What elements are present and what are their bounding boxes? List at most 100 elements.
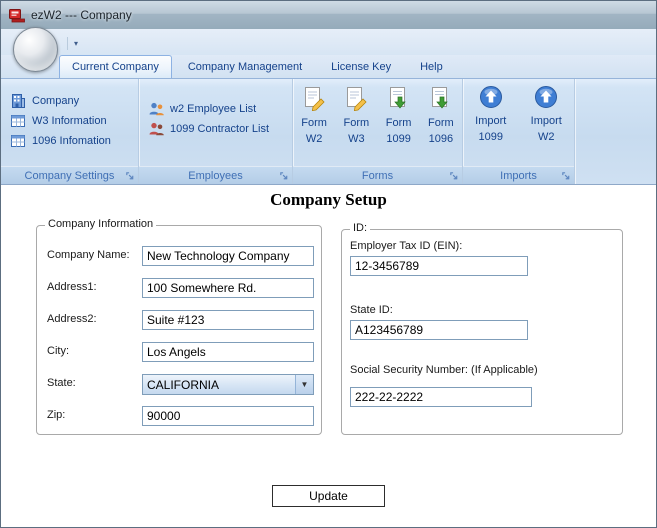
address2-label: Address2: bbox=[47, 313, 97, 325]
ribbon-group-company-settings: Company W3 Information 1096 Infomation C… bbox=[1, 79, 139, 184]
ribbon-item-label: 1099 Contractor List bbox=[170, 123, 270, 135]
ssn-label: Social Security Number: (If Applicable) bbox=[350, 364, 538, 376]
launcher-icon bbox=[280, 172, 288, 180]
zip-input[interactable] bbox=[142, 406, 314, 426]
imports-launcher-button[interactable] bbox=[560, 170, 572, 182]
chevron-down-icon: ▾ bbox=[73, 39, 78, 48]
ribbon-tabs: Current Company Company Management Licen… bbox=[59, 55, 456, 78]
group-caption-label: Imports bbox=[500, 169, 537, 182]
ribbon-item-label: Form bbox=[343, 117, 370, 129]
group-caption-label: Forms bbox=[361, 169, 394, 182]
ribbon-item-label: Company bbox=[32, 95, 80, 107]
group-caption-label: Employees bbox=[188, 169, 243, 182]
launcher-icon bbox=[126, 172, 134, 180]
state-id-label: State ID: bbox=[350, 304, 393, 316]
company-name-label: Company Name: bbox=[47, 249, 130, 261]
window-title: ezW2 --- Company bbox=[31, 8, 132, 22]
ribbon-item-import-w2[interactable]: Import W2 bbox=[531, 79, 562, 166]
ribbon-item-form-1099[interactable]: Form 1099 bbox=[386, 79, 412, 166]
employees-launcher-button[interactable] bbox=[278, 170, 290, 182]
w3-information-icon bbox=[9, 113, 27, 129]
main-content: Company Setup Company Information Compan… bbox=[1, 185, 656, 527]
title-bar: ezW2 --- Company bbox=[1, 1, 656, 29]
ribbon-item-import-1099[interactable]: Import 1099 bbox=[475, 79, 506, 166]
ribbon-item-label: 1099 bbox=[386, 133, 411, 145]
ribbon-item-label: W3 Information bbox=[32, 115, 107, 127]
application-orb-button[interactable] bbox=[13, 27, 58, 72]
ribbon-item-label: W3 bbox=[348, 133, 365, 145]
ribbon-group-imports: Import 1099 Import W2 Imports bbox=[463, 79, 575, 184]
ribbon-item-w3-information[interactable]: W3 Information bbox=[4, 111, 135, 131]
group-caption-imports: Imports bbox=[463, 166, 574, 184]
1096-information-icon bbox=[9, 133, 27, 149]
import-1099-icon bbox=[479, 85, 503, 112]
ein-label: Employer Tax ID (EIN): bbox=[350, 240, 463, 252]
city-input[interactable] bbox=[142, 342, 314, 362]
form-1096-icon bbox=[428, 85, 454, 114]
zip-label: Zip: bbox=[47, 409, 66, 421]
address1-label: Address1: bbox=[47, 281, 97, 293]
ribbon-item-label: 1096 Infomation bbox=[32, 135, 111, 147]
import-w2-icon bbox=[534, 85, 558, 112]
launcher-icon bbox=[450, 172, 458, 180]
group-caption-label: Company Settings bbox=[24, 169, 115, 182]
form-w2-icon bbox=[301, 85, 327, 114]
ribbon-item-label: Import bbox=[475, 115, 507, 127]
quick-access-dropdown-button[interactable]: ▾ bbox=[67, 37, 84, 50]
launcher-icon bbox=[562, 172, 570, 180]
state-select-value: CALIFORNIA bbox=[147, 377, 220, 392]
page-title: Company Setup bbox=[270, 190, 387, 209]
ribbon-item-1099-contractor-list[interactable]: 1099 Contractor List bbox=[142, 119, 289, 139]
group-caption-employees: Employees bbox=[139, 166, 292, 184]
contractor-list-icon bbox=[147, 121, 165, 137]
form-1099-icon bbox=[386, 85, 412, 114]
tab-license-key[interactable]: License Key bbox=[318, 55, 404, 78]
id-groupbox: ID: Employer Tax ID (EIN): State ID: Soc… bbox=[341, 222, 623, 435]
tab-help[interactable]: Help bbox=[407, 55, 456, 78]
company-name-input[interactable] bbox=[142, 246, 314, 266]
company-icon bbox=[9, 93, 27, 109]
ribbon-item-label: Form bbox=[428, 117, 454, 129]
ribbon-item-label: Import bbox=[530, 115, 562, 127]
state-select[interactable]: CALIFORNIA ▼ bbox=[142, 374, 314, 395]
ribbon: Company W3 Information 1096 Infomation C… bbox=[1, 78, 656, 185]
ribbon-item-label: 1099 bbox=[478, 131, 503, 143]
address1-input[interactable] bbox=[142, 278, 314, 298]
ssn-input[interactable] bbox=[350, 387, 532, 407]
ribbon-group-employees: w2 Employee List 1099 Contractor List Em… bbox=[139, 79, 293, 184]
employee-list-icon bbox=[147, 101, 165, 117]
address2-input[interactable] bbox=[142, 310, 314, 330]
state-id-input[interactable] bbox=[350, 320, 528, 340]
update-button[interactable]: Update bbox=[272, 485, 385, 507]
form-w3-icon bbox=[343, 85, 369, 114]
ribbon-item-company[interactable]: Company bbox=[4, 91, 135, 111]
id-legend: ID: bbox=[350, 222, 371, 234]
tab-company-management[interactable]: Company Management bbox=[175, 55, 315, 78]
ribbon-frame bbox=[1, 29, 656, 55]
city-label: City: bbox=[47, 345, 69, 357]
ribbon-item-label: W2 bbox=[305, 133, 323, 145]
ribbon-item-label: W2 bbox=[538, 131, 555, 143]
state-dropdown-arrow-icon[interactable]: ▼ bbox=[295, 375, 313, 394]
ribbon-group-forms: Form W2 Form W3 Form 1099 Form 1096 Form… bbox=[293, 79, 463, 184]
forms-launcher-button[interactable] bbox=[448, 170, 460, 182]
company-information-groupbox: Company Information Company Name: Addres… bbox=[36, 218, 322, 435]
ribbon-item-form-1096[interactable]: Form 1096 bbox=[428, 79, 454, 166]
ezw2-logo-icon bbox=[9, 8, 25, 23]
ribbon-item-1096-information[interactable]: 1096 Infomation bbox=[4, 131, 135, 151]
tab-current-company[interactable]: Current Company bbox=[59, 55, 172, 78]
ezw2-window: ezW2 --- Company ▾ Current Company Compa… bbox=[0, 0, 657, 528]
ribbon-item-label: w2 Employee List bbox=[170, 103, 257, 115]
ribbon-item-label: Form bbox=[385, 117, 412, 129]
company-settings-launcher-button[interactable] bbox=[124, 170, 136, 182]
ribbon-item-form-w2[interactable]: Form W2 bbox=[301, 79, 327, 166]
state-label: State: bbox=[47, 377, 76, 389]
group-caption-company-settings: Company Settings bbox=[1, 166, 138, 184]
ribbon-item-label: Form bbox=[301, 117, 327, 129]
ribbon-item-form-w3[interactable]: Form W3 bbox=[343, 79, 369, 166]
ribbon-item-label: 1096 bbox=[428, 133, 454, 145]
ribbon-item-w2-employee-list[interactable]: w2 Employee List bbox=[142, 99, 289, 119]
group-caption-forms: Forms bbox=[293, 166, 462, 184]
company-information-legend: Company Information bbox=[45, 218, 157, 230]
ein-input[interactable] bbox=[350, 256, 528, 276]
